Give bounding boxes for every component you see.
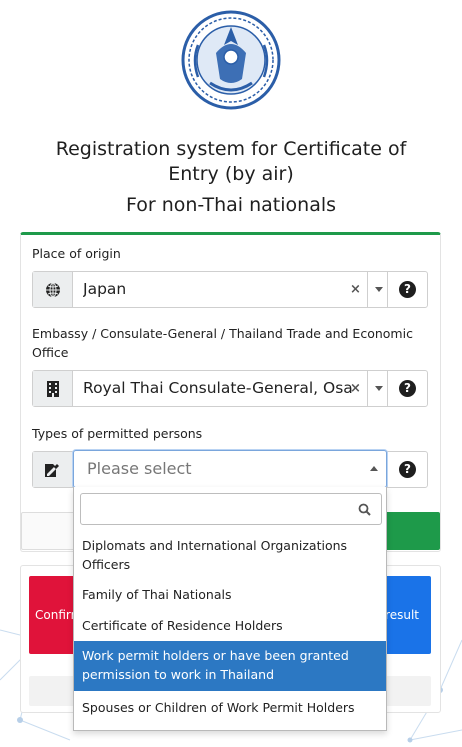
check-result-button-label: result [385,608,419,622]
dropdown-search-input[interactable] [85,498,345,520]
globe-icon [33,272,73,307]
embassy-label-line2: Office [32,345,69,360]
origin-value: Japan [83,280,127,298]
page-subtitle: For non-Thai nationals [125,194,337,216]
embassy-select[interactable]: Royal Thai Consulate-General, Osaka × ? [32,370,428,407]
dropdown-option[interactable]: Spouses or Children of Work Permit Holde… [74,698,386,717]
search-icon [358,503,371,516]
embassy-help-button[interactable]: ? [387,371,427,406]
origin-label: Place of origin [32,246,121,261]
embassy-label-line1: Embassy / Consulate-General / Thailand T… [32,326,413,341]
question-icon: ? [399,380,416,397]
permitted-label: Types of permitted persons [32,426,203,441]
origin-caret[interactable] [367,272,389,307]
dropdown-search-field[interactable] [80,493,382,525]
permitted-dropdown: Diplomats and International Organization… [73,487,387,731]
embassy-caret[interactable] [367,371,389,406]
page-title: Registration system for Certificate of E… [20,137,442,187]
embassy-clear-icon[interactable]: × [350,371,361,406]
form-primary-button[interactable] [385,512,440,550]
check-result-button[interactable]: result [382,576,431,654]
page-title-line2: Entry (by air) [168,163,294,185]
question-icon: ? [399,461,416,478]
ministry-seal-logo [181,10,281,110]
edit-document-icon [33,452,73,487]
form-secondary-button[interactable] [21,512,81,550]
chevron-up-icon [370,466,378,471]
permitted-select[interactable]: Please select [73,450,387,488]
origin-clear-icon[interactable]: × [350,272,361,307]
page-title-line1: Registration system for Certificate of [55,138,407,160]
chevron-down-icon [374,385,383,391]
embassy-label: Embassy / Consulate-General / Thailand T… [32,324,413,362]
chevron-down-icon [374,286,383,292]
origin-select[interactable]: Japan × ? [32,271,428,308]
dropdown-option[interactable]: Certificate of Residence Holders [74,616,386,635]
embassy-value: Royal Thai Consulate-General, Osaka [83,379,353,397]
dropdown-option[interactable]: Family of Thai Nationals [74,585,386,604]
question-icon: ? [399,281,416,298]
building-icon [33,371,73,406]
permitted-placeholder: Please select [87,459,192,478]
dropdown-option[interactable]: Diplomats and International Organization… [74,536,386,574]
permitted-help-button[interactable]: ? [387,452,427,487]
dropdown-option-highlighted[interactable]: Work permit holders or have been granted… [74,641,386,691]
confirm-button[interactable]: Confirm [29,576,79,654]
origin-help-button[interactable]: ? [387,272,427,307]
